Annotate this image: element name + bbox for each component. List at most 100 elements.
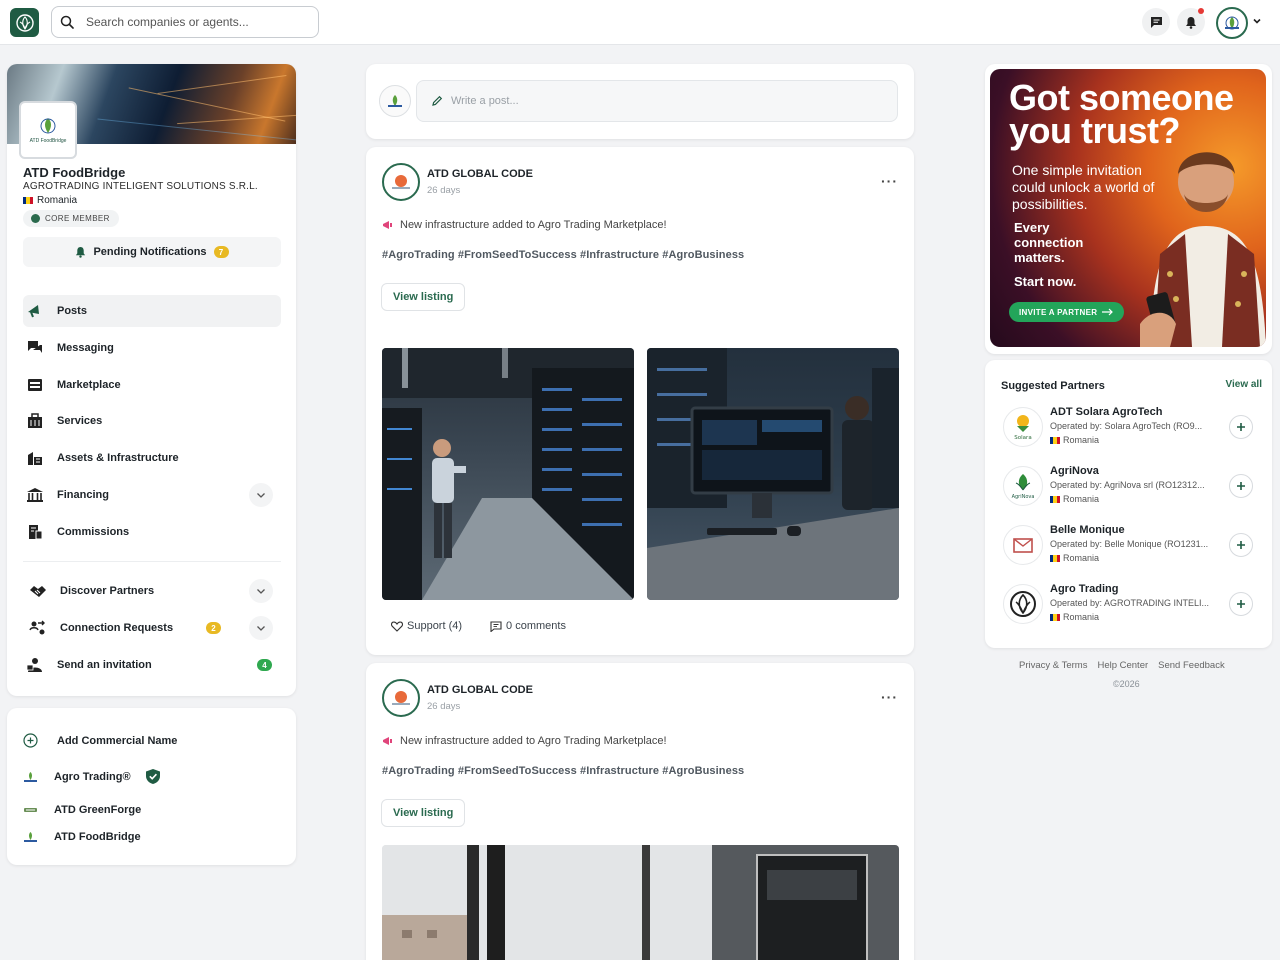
comment-icon (490, 620, 502, 632)
post-hashtags[interactable]: #AgroTrading #FromSeedToSuccess #Infrast… (382, 765, 744, 777)
view-listing-button[interactable]: View listing (381, 799, 466, 827)
user-avatar[interactable] (1216, 7, 1248, 39)
partner-country-label: Romania (1063, 612, 1100, 622)
search-bar[interactable] (51, 6, 319, 38)
suggested-partners-card: Suggested Partners View all Solara ADT S… (985, 360, 1272, 648)
partner-name[interactable]: AgriNova (1050, 465, 1099, 477)
partner-logo (1003, 525, 1043, 565)
partner-country-label: Romania (1063, 435, 1100, 445)
bell-icon (1185, 16, 1197, 29)
company-logo-text: ATD FoodBridge (29, 138, 67, 144)
commercial-name-label: ATD GreenForge (54, 804, 142, 816)
search-input[interactable] (86, 15, 286, 29)
nav-financing[interactable]: Financing (23, 479, 281, 511)
more-options-icon[interactable]: ··· (881, 689, 898, 705)
support-button[interactable]: Support (4) (391, 620, 462, 632)
partner-country: Romania (1050, 553, 1099, 563)
plus-icon (1236, 599, 1246, 609)
invite-partner-label: INVITE A PARTNER (1019, 307, 1098, 317)
profile-company: AGROTRADING INTELIGENT SOLUTIONS S.R.L. (23, 181, 258, 192)
post-author[interactable]: ATD GLOBAL CODE (427, 168, 533, 180)
arrow-right-icon (1102, 308, 1114, 316)
help-center-link[interactable]: Help Center (1097, 660, 1148, 671)
nav-posts[interactable]: Posts (23, 295, 281, 327)
svg-text:Solara: Solara (1014, 435, 1031, 441)
nav-financing-label: Financing (57, 489, 109, 501)
nav-connection-requests[interactable]: Connection Requests 2 (26, 612, 284, 644)
post-image[interactable] (382, 845, 899, 960)
add-partner-button[interactable] (1229, 474, 1253, 498)
invite-icon (23, 653, 47, 677)
app-logo-icon[interactable] (10, 8, 39, 37)
partner-item[interactable]: AgriNova AgriNova Operated by: AgriNova … (1001, 462, 1253, 512)
commercial-name-label: ATD FoodBridge (54, 831, 141, 843)
search-icon (60, 15, 74, 29)
more-options-icon[interactable]: ··· (881, 173, 898, 189)
add-partner-button[interactable] (1229, 415, 1253, 439)
post-image[interactable] (382, 348, 634, 600)
partner-name[interactable]: Belle Monique (1050, 524, 1125, 536)
megaphone-icon (23, 299, 47, 323)
partner-name[interactable]: ADT Solara AgroTech (1050, 406, 1162, 418)
nav-send-invitation[interactable]: Send an invitation 4 (23, 649, 281, 681)
footer-links: Privacy & Terms Help Center Send Feedbac… (1019, 660, 1225, 671)
commercial-name-item[interactable]: ATD FoodBridge (23, 831, 141, 843)
partner-item[interactable]: Solara ADT Solara AgroTech Operated by: … (1001, 403, 1253, 453)
romania-flag-icon (1050, 495, 1060, 503)
comments-button[interactable]: 0 comments (490, 620, 566, 632)
post-author-avatar[interactable] (382, 679, 420, 717)
post-author[interactable]: ATD GLOBAL CODE (427, 684, 533, 696)
invite-partner-button[interactable]: INVITE A PARTNER (1009, 302, 1125, 322)
core-member-badge: CORE MEMBER (23, 210, 119, 227)
partner-operator: Operated by: AgriNova srl (RO12312... (1050, 480, 1205, 490)
partner-name[interactable]: Agro Trading (1050, 583, 1118, 595)
send-feedback-link[interactable]: Send Feedback (1158, 660, 1225, 671)
write-post-input[interactable]: Write a post... (416, 80, 898, 122)
nav-messaging-label: Messaging (57, 342, 114, 354)
partner-item[interactable]: Belle Monique Operated by: Belle Monique… (1001, 521, 1253, 571)
nav-commissions[interactable]: Commissions (23, 516, 281, 548)
invite-banner[interactable]: Got someone you trust? One simple invita… (990, 69, 1266, 347)
add-partner-button[interactable] (1229, 592, 1253, 616)
romania-flag-icon (1050, 436, 1060, 444)
partner-item[interactable]: Agro Trading Operated by: AGROTRADING IN… (1001, 580, 1253, 630)
view-all-link[interactable]: View all (1225, 379, 1262, 390)
pending-notifications-button[interactable]: Pending Notifications 7 (23, 237, 281, 267)
view-listing-button[interactable]: View listing (381, 283, 466, 311)
partner-country-label: Romania (1063, 494, 1100, 504)
ad-headline: Got someone you trust? (1009, 77, 1234, 151)
notifications-button[interactable] (1177, 8, 1205, 36)
messages-button[interactable] (1142, 8, 1170, 36)
post-author-avatar[interactable] (382, 163, 420, 201)
add-partner-button[interactable] (1229, 533, 1253, 557)
receipt-icon (23, 520, 47, 544)
chevron-down-icon[interactable] (249, 579, 273, 603)
chevron-down-icon[interactable] (249, 483, 273, 507)
post-text-body: New infrastructure added to Agro Trading… (400, 735, 667, 747)
commercial-name-item[interactable]: Agro Trading® (23, 768, 161, 785)
post-text: New infrastructure added to Agro Trading… (382, 735, 667, 747)
profile-country-label: Romania (37, 195, 78, 206)
nav-services[interactable]: Services (23, 405, 281, 437)
privacy-terms-link[interactable]: Privacy & Terms (1019, 660, 1087, 671)
add-commercial-name-button[interactable]: Add Commercial Name (23, 733, 177, 748)
profile-name: ATD FoodBridge (23, 165, 126, 180)
plus-circle-icon (23, 733, 38, 748)
romania-flag-icon (1050, 613, 1060, 621)
nav-discover-partners[interactable]: Discover Partners (26, 575, 284, 607)
post-hashtags[interactable]: #AgroTrading #FromSeedToSuccess #Infrast… (382, 249, 744, 261)
nav-marketplace[interactable]: Marketplace (23, 369, 281, 401)
building-icon (23, 446, 47, 470)
nav-commissions-label: Commissions (57, 526, 130, 538)
chevron-down-icon[interactable] (249, 616, 273, 640)
chevron-down-icon[interactable] (1252, 16, 1262, 26)
copyright: ©2026 (1113, 679, 1140, 689)
profile-country: Romania (23, 195, 77, 206)
commercial-name-item[interactable]: ATD GreenForge (23, 804, 141, 816)
invite-count-badge: 4 (257, 659, 272, 671)
nav-messaging[interactable]: Messaging (23, 332, 281, 364)
ad-start-now: Start now. (1014, 274, 1077, 289)
partner-logo: Solara (1003, 407, 1043, 447)
post-image[interactable] (647, 348, 899, 600)
nav-assets[interactable]: Assets & Infrastructure (23, 442, 281, 474)
